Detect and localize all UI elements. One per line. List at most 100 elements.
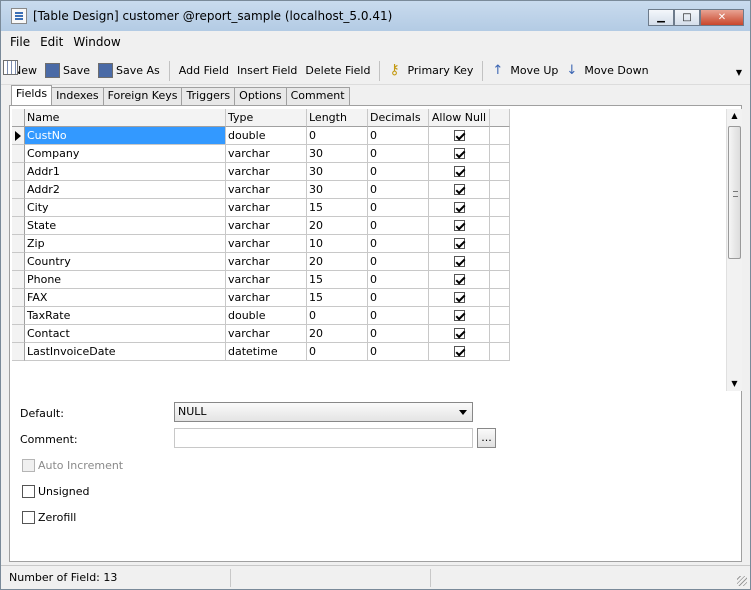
allow-null-checkbox[interactable]	[453, 328, 465, 339]
field-type-cell[interactable]: varchar	[226, 181, 307, 199]
allow-null-checkbox[interactable]	[453, 166, 465, 177]
allow-null-checkbox[interactable]	[453, 274, 465, 285]
field-length-cell[interactable]: 30	[307, 145, 368, 163]
add-field-button[interactable]: Add Field	[3, 60, 233, 82]
row-selector[interactable]	[12, 289, 25, 307]
field-name-cell[interactable]: LastInvoiceDate	[25, 343, 226, 361]
field-decimals-cell[interactable]: 0	[368, 325, 429, 343]
field-length-cell[interactable]: 10	[307, 235, 368, 253]
table-row[interactable]: Phone varchar 15 0	[12, 271, 510, 289]
table-row[interactable]: CustNo double 0 0	[12, 127, 510, 145]
field-type-cell[interactable]: varchar	[226, 325, 307, 343]
field-decimals-cell[interactable]: 0	[368, 289, 429, 307]
row-selector[interactable]	[12, 307, 25, 325]
delete-field-button[interactable]: Delete Field	[3, 60, 374, 82]
field-type-cell[interactable]: varchar	[226, 145, 307, 163]
field-type-cell[interactable]: varchar	[226, 217, 307, 235]
allow-null-checkbox[interactable]	[453, 220, 465, 231]
field-length-cell[interactable]: 0	[307, 343, 368, 361]
field-length-cell[interactable]: 30	[307, 181, 368, 199]
row-selector[interactable]	[12, 127, 25, 145]
table-row[interactable]: TaxRate double 0 0	[12, 307, 510, 325]
column-header-name[interactable]: Name	[25, 109, 226, 127]
field-name-cell[interactable]: Addr1	[25, 163, 226, 181]
row-selector[interactable]	[12, 235, 25, 253]
scroll-up-icon[interactable]: ▲	[727, 109, 742, 123]
menu-edit[interactable]: Edit	[35, 35, 68, 49]
field-length-cell[interactable]: 20	[307, 253, 368, 271]
field-name-cell[interactable]: TaxRate	[25, 307, 226, 325]
field-name-cell[interactable]: State	[25, 217, 226, 235]
vertical-scrollbar[interactable]: ▲ ▼	[726, 109, 742, 391]
zerofill-checkbox[interactable]: Zerofill	[22, 511, 76, 524]
field-length-cell[interactable]: 0	[307, 307, 368, 325]
comment-input[interactable]	[174, 428, 473, 448]
comment-ellipsis-button[interactable]: ...	[477, 428, 496, 448]
field-type-cell[interactable]: varchar	[226, 289, 307, 307]
save-button[interactable]: Save	[41, 60, 94, 82]
field-name-cell[interactable]: Country	[25, 253, 226, 271]
allow-null-checkbox[interactable]	[453, 238, 465, 249]
menu-window[interactable]: Window	[68, 35, 125, 49]
allow-null-checkbox[interactable]	[453, 346, 465, 357]
row-selector[interactable]	[12, 325, 25, 343]
field-decimals-cell[interactable]: 0	[368, 235, 429, 253]
title-bar[interactable]: [Table Design] customer @report_sample (…	[1, 1, 750, 31]
field-name-cell[interactable]: City	[25, 199, 226, 217]
row-selector[interactable]	[12, 253, 25, 271]
tab-foreign-keys[interactable]: Foreign Keys	[102, 87, 183, 105]
field-type-cell[interactable]: varchar	[226, 163, 307, 181]
table-row[interactable]: FAX varchar 15 0	[12, 289, 510, 307]
field-type-cell[interactable]: datetime	[226, 343, 307, 361]
primary-key-button[interactable]: ⚷ Primary Key	[385, 60, 477, 82]
allow-null-checkbox[interactable]	[453, 130, 465, 141]
tab-triggers[interactable]: Triggers	[181, 87, 236, 105]
menu-file[interactable]: File	[5, 35, 35, 49]
table-row[interactable]: City varchar 15 0	[12, 199, 510, 217]
field-decimals-cell[interactable]: 0	[368, 163, 429, 181]
toolbar-overflow-icon[interactable]: ▼	[736, 68, 742, 77]
field-name-cell[interactable]: Zip	[25, 235, 226, 253]
allow-null-checkbox[interactable]	[453, 202, 465, 213]
tab-options[interactable]: Options	[234, 87, 287, 105]
table-row[interactable]: Zip varchar 10 0	[12, 235, 510, 253]
field-decimals-cell[interactable]: 0	[368, 145, 429, 163]
field-type-cell[interactable]: varchar	[226, 271, 307, 289]
field-decimals-cell[interactable]: 0	[368, 217, 429, 235]
allow-null-checkbox[interactable]	[453, 310, 465, 321]
tab-indexes[interactable]: Indexes	[51, 87, 104, 105]
column-header-decimals[interactable]: Decimals	[368, 109, 429, 127]
table-row[interactable]: Contact varchar 20 0	[12, 325, 510, 343]
save-as-button[interactable]: Save As	[94, 60, 164, 82]
field-decimals-cell[interactable]: 0	[368, 181, 429, 199]
minimize-button[interactable]: ▁	[648, 9, 674, 26]
row-selector[interactable]	[12, 145, 25, 163]
column-header-length[interactable]: Length	[307, 109, 368, 127]
tab-fields[interactable]: Fields	[11, 85, 53, 105]
field-length-cell[interactable]: 30	[307, 163, 368, 181]
allow-null-checkbox[interactable]	[453, 184, 465, 195]
row-selector[interactable]	[12, 217, 25, 235]
table-row[interactable]: Country varchar 20 0	[12, 253, 510, 271]
field-length-cell[interactable]: 0	[307, 127, 368, 145]
tab-comment[interactable]: Comment	[285, 87, 350, 105]
field-length-cell[interactable]: 20	[307, 325, 368, 343]
field-name-cell[interactable]: FAX	[25, 289, 226, 307]
field-type-cell[interactable]: double	[226, 307, 307, 325]
field-length-cell[interactable]: 15	[307, 289, 368, 307]
field-decimals-cell[interactable]: 0	[368, 199, 429, 217]
field-type-cell[interactable]: double	[226, 127, 307, 145]
row-selector[interactable]	[12, 163, 25, 181]
scroll-down-icon[interactable]: ▼	[727, 377, 742, 391]
field-length-cell[interactable]: 15	[307, 199, 368, 217]
default-select[interactable]: NULL	[174, 402, 473, 422]
field-decimals-cell[interactable]: 0	[368, 127, 429, 145]
allow-null-checkbox[interactable]	[453, 148, 465, 159]
allow-null-checkbox[interactable]	[453, 292, 465, 303]
field-decimals-cell[interactable]: 0	[368, 343, 429, 361]
field-name-cell[interactable]: CustNo	[25, 127, 226, 145]
row-selector[interactable]	[12, 199, 25, 217]
field-length-cell[interactable]: 20	[307, 217, 368, 235]
row-selector[interactable]	[12, 343, 25, 361]
move-up-button[interactable]: ↑ Move Up	[488, 60, 562, 82]
